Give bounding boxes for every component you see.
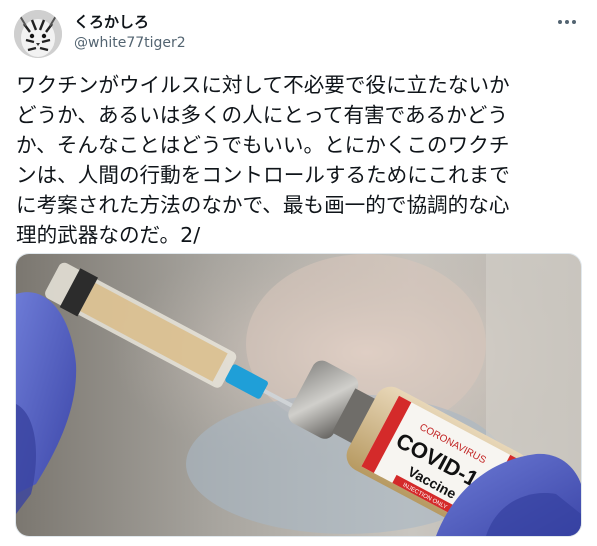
- author-name[interactable]: くろかしろ: [74, 12, 149, 32]
- tweet-media-photo[interactable]: CORONAVIRUS COVID-19 Vaccine INJECTION O…: [15, 253, 582, 537]
- more-button[interactable]: [555, 12, 579, 32]
- tiger-avatar-icon: [14, 10, 62, 58]
- tweet-card: くろかしろ @white77tiger2 ワクチンがウイルスに対して不必要で役に…: [0, 0, 597, 546]
- author-handle[interactable]: @white77tiger2: [74, 34, 186, 52]
- tweet-text: ワクチンがウイルスに対して不必要で役に立たないか どうか、あるいは多くの人にとっ…: [16, 73, 510, 247]
- more-dots-icon: [558, 20, 576, 24]
- author-avatar[interactable]: [14, 10, 62, 58]
- vaccine-photo: CORONAVIRUS COVID-19 Vaccine INJECTION O…: [16, 254, 581, 536]
